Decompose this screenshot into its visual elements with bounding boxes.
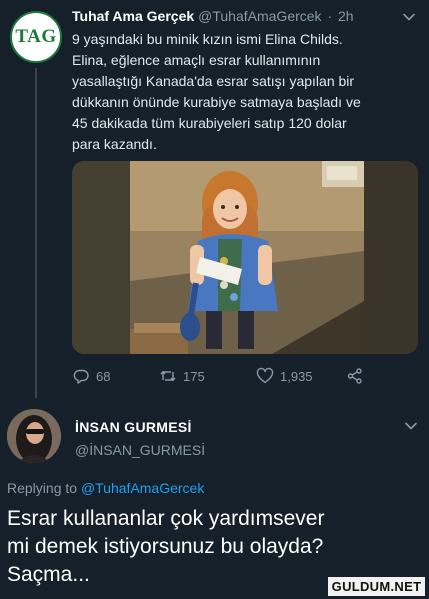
tweet-header: Tuhaf Ama Gerçek @TuhafAmaGercek · 2h xyxy=(72,8,354,24)
tweet-actions: 68 175 1,935 xyxy=(72,367,418,387)
replying-prefix: Replying to xyxy=(7,480,78,496)
tweet-text-line: 9 yaşındaki bu minik kızın ismi Elina Ch… xyxy=(72,31,343,47)
reply-icon xyxy=(73,369,89,384)
author-name[interactable]: İNSAN GURMESİ xyxy=(75,419,192,435)
reply-text-line: Esrar kullananlar çok yardımsever xyxy=(7,507,325,530)
retweet-button[interactable]: 175 xyxy=(159,367,205,385)
tweet-text-line: Elina, eğlence amaçlı esrar kullanımının xyxy=(72,52,321,68)
author-handle[interactable]: @İNSAN_GURMESİ xyxy=(75,442,205,458)
replying-to: Replying to @TuhafAmaGercek xyxy=(7,480,204,496)
replying-handle-link[interactable]: @TuhafAmaGercek xyxy=(81,480,204,496)
share-button[interactable] xyxy=(346,367,364,385)
reply-button[interactable]: 68 xyxy=(72,367,110,385)
tweet-text-line: para kazandı. xyxy=(72,136,157,152)
tweet-text-line: dükkanın önünde kurabiye satmaya başladı… xyxy=(72,94,361,110)
like-icon xyxy=(256,367,274,384)
author-handle[interactable]: @TuhafAmaGercek xyxy=(198,8,321,24)
tweet-photo[interactable] xyxy=(72,161,418,354)
separator: · xyxy=(327,8,333,24)
tweet-text: 9 yaşındaki bu minik kızın ismi Elina Ch… xyxy=(72,29,412,155)
chevron-down-icon[interactable] xyxy=(404,419,418,433)
avatar[interactable]: TAG xyxy=(10,11,62,63)
tweet-text-line: 45 dakikada tüm kurabiyeleri satıp 120 d… xyxy=(72,115,347,131)
retweet-icon xyxy=(160,370,176,382)
like-button[interactable]: 1,935 xyxy=(256,367,313,385)
avatar-logo-text: TAG xyxy=(15,26,57,47)
tweet-text-line: yasallaştığı Kanada'da esrar satışı yapı… xyxy=(72,73,355,89)
timestamp[interactable]: 2h xyxy=(338,8,354,24)
like-count: 1,935 xyxy=(280,368,313,384)
retweet-count: 175 xyxy=(183,368,205,384)
thread-line xyxy=(35,68,37,398)
share-icon xyxy=(347,368,362,384)
author-name[interactable]: Tuhaf Ama Gerçek xyxy=(72,8,194,24)
avatar[interactable] xyxy=(7,409,61,463)
chevron-down-icon[interactable] xyxy=(402,10,416,24)
reply-text-line: mi demek istiyorsunuz bu olayda? xyxy=(7,535,324,558)
reply-count: 68 xyxy=(96,368,111,384)
watermark: GULDUM.NET xyxy=(328,577,425,596)
